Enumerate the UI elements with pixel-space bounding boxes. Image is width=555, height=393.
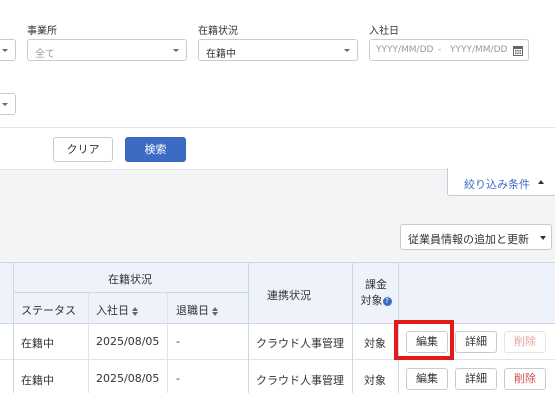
row-2-detail-button[interactable]: 詳細 <box>455 368 497 390</box>
hire-date-from[interactable]: YYYY/MM/DD <box>376 45 433 55</box>
header-leave-date[interactable]: 退職日 <box>176 302 219 318</box>
row-2-edit-button[interactable]: 編集 <box>406 368 448 390</box>
status-select[interactable]: 在籍中 <box>198 39 358 61</box>
status-label: 在籍状況 <box>198 26 238 37</box>
office-select-value: 全て <box>35 49 55 60</box>
divider <box>248 262 249 393</box>
chevron-up-icon <box>538 180 544 184</box>
header-employment-status: 在籍状況 <box>108 273 152 286</box>
row-1-status: 在籍中 <box>21 337 54 350</box>
chevron-down-icon <box>540 236 546 240</box>
sort-icon[interactable] <box>132 306 139 316</box>
help-icon[interactable]: ? <box>382 297 392 306</box>
divider <box>167 292 168 393</box>
status-select-value: 在籍中 <box>206 49 236 60</box>
divider <box>352 262 353 393</box>
header-hire-date[interactable]: 入社日 <box>96 302 139 318</box>
header-leave-date-label: 退職日 <box>176 304 209 317</box>
row-2-billing: 対象 <box>364 374 386 387</box>
left-select-partial-2[interactable] <box>0 93 16 115</box>
header-status: ステータス <box>21 304 76 317</box>
chevron-down-icon <box>344 49 350 52</box>
row-2-leave-date: - <box>176 372 180 385</box>
hire-date-separator: - <box>438 45 442 55</box>
office-select[interactable]: 全て <box>27 39 187 61</box>
chevron-down-icon <box>173 49 179 52</box>
left-select-partial[interactable] <box>0 39 16 61</box>
divider <box>13 262 14 393</box>
add-update-employee-dropdown[interactable]: 従業員情報の追加と更新 <box>400 224 552 250</box>
hire-date-range-input[interactable]: YYYY/MM/DD - YYYY/MM/DD <box>369 39 529 61</box>
row-1-billing: 対象 <box>364 337 386 350</box>
row-2-link-status: クラウド人事管理 <box>256 374 344 387</box>
row-2-status: 在籍中 <box>21 374 54 387</box>
row-1-link-status: クラウド人事管理 <box>256 337 344 350</box>
calendar-icon[interactable] <box>513 45 523 56</box>
add-update-label: 従業員情報の追加と更新 <box>408 233 529 246</box>
divider <box>88 292 89 393</box>
divider <box>0 359 555 360</box>
hire-date-to[interactable]: YYYY/MM/DD <box>450 45 507 55</box>
office-label: 事業所 <box>27 26 57 37</box>
row-1-leave-date: - <box>176 335 180 348</box>
row-1-edit-button[interactable]: 編集 <box>406 331 448 353</box>
header-hire-date-label: 入社日 <box>96 304 129 317</box>
search-button[interactable]: 検索 <box>125 137 186 162</box>
divider <box>13 292 248 293</box>
filter-conditions-label: 絞り込み条件 <box>464 178 530 191</box>
header-link-status: 連携状況 <box>267 289 311 302</box>
row-1-delete-button[interactable]: 削除 <box>504 331 546 353</box>
chevron-down-icon <box>2 49 8 52</box>
row-2-delete-button[interactable]: 削除 <box>504 368 546 390</box>
hire-date-label: 入社日 <box>369 26 399 37</box>
divider <box>0 323 555 324</box>
row-1-hire-date: 2025/08/05 <box>96 335 160 348</box>
divider <box>0 262 555 263</box>
clear-button[interactable]: クリア <box>53 137 113 162</box>
row-1-detail-button[interactable]: 詳細 <box>455 331 497 353</box>
filter-conditions-toggle[interactable]: 絞り込み条件 <box>447 168 555 196</box>
filter-divider <box>0 127 555 128</box>
sort-icon[interactable] <box>212 306 219 316</box>
employee-table: 在籍状況 ステータス 入社日 退職日 連携状況 課金対象? 在籍中 2025/0… <box>0 262 555 393</box>
chevron-down-icon <box>2 103 8 106</box>
header-billing: 課金対象? <box>360 277 392 309</box>
row-2-hire-date: 2025/08/05 <box>96 372 160 385</box>
